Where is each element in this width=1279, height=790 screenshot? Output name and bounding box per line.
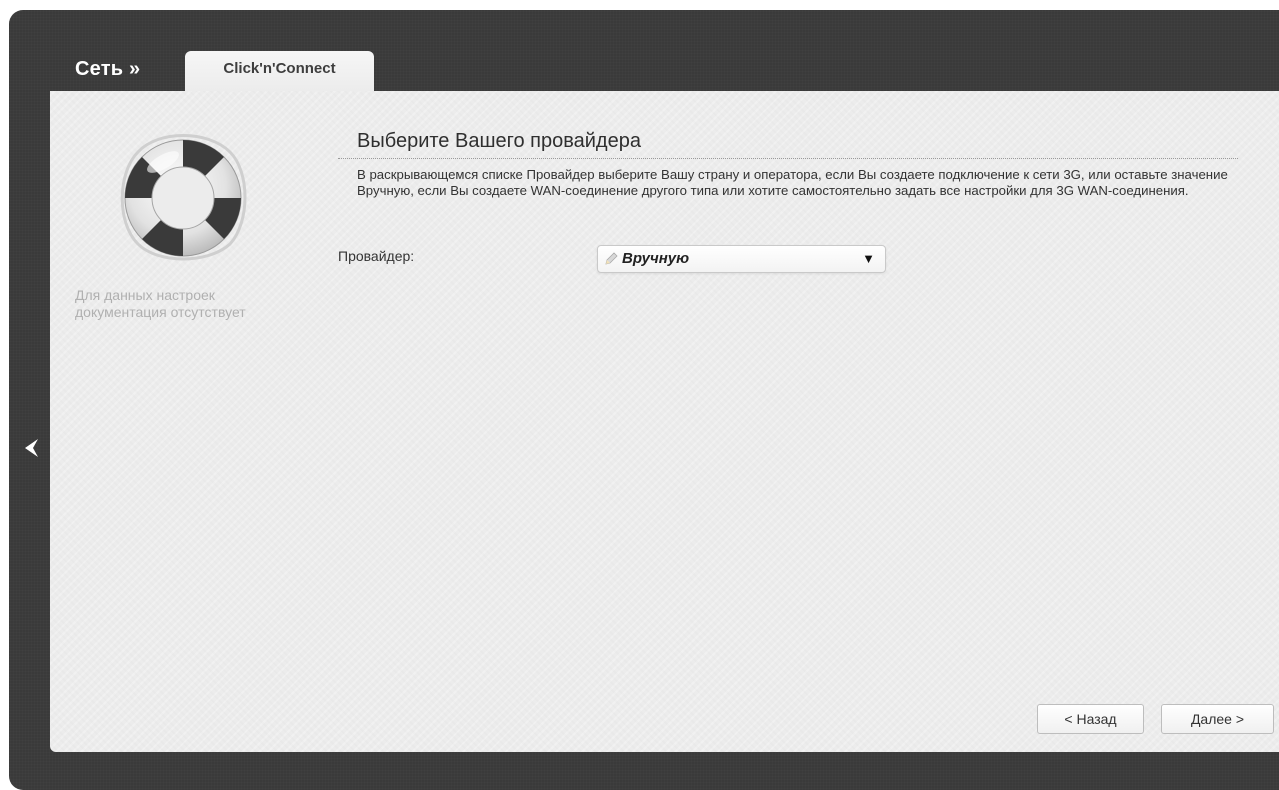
collapse-arrow-icon[interactable] (22, 437, 42, 459)
page-title: Выберите Вашего провайдера (357, 130, 641, 152)
title-divider (338, 158, 1238, 159)
back-button[interactable]: < Назад (1037, 704, 1144, 734)
tab-click-n-connect[interactable]: Click'n'Connect (185, 51, 374, 91)
next-button[interactable]: Далее > (1161, 704, 1274, 734)
pencil-icon (605, 252, 618, 265)
provider-label: Провайдер: (338, 248, 415, 264)
help-text: Для данных настроек документация отсутст… (75, 287, 246, 320)
provider-select[interactable]: Вручную ▼ (597, 245, 886, 273)
provider-select-value: Вручную (622, 250, 690, 267)
breadcrumb[interactable]: Сеть » (75, 58, 140, 81)
lifebuoy-icon (120, 134, 247, 261)
description-text: В раскрывающемся списке Провайдер выбери… (357, 167, 1228, 198)
dropdown-arrow-icon: ▼ (862, 251, 875, 266)
